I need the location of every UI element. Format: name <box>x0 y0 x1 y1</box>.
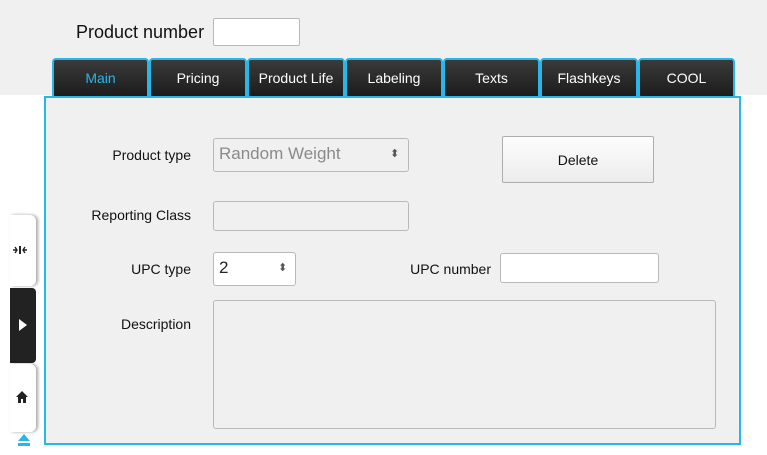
tab-product-life[interactable]: Product Life <box>247 58 345 96</box>
reporting-class-field <box>213 201 409 231</box>
product-number-input[interactable] <box>213 18 300 46</box>
tab-cool[interactable]: COOL <box>638 58 735 96</box>
tab-flashkeys[interactable]: Flashkeys <box>540 58 638 96</box>
description-textarea[interactable] <box>213 300 716 429</box>
tab-pricing[interactable]: Pricing <box>149 58 247 96</box>
reporting-class-label: Reporting Class <box>91 207 191 223</box>
home-icon <box>16 391 28 403</box>
product-type-value: Random Weight <box>219 144 341 163</box>
product-type-select[interactable]: Random Weight ⬍ <box>213 138 409 172</box>
tab-main[interactable]: Main <box>52 58 149 96</box>
product-number-label: Product number <box>76 22 205 42</box>
tab-texts[interactable]: Texts <box>443 58 540 96</box>
upc-number-input[interactable] <box>500 253 659 283</box>
scale-icon <box>13 246 27 254</box>
description-label: Description <box>120 316 191 332</box>
product-type-label: Product type <box>112 147 191 163</box>
upc-number-label: UPC number <box>410 261 491 277</box>
upc-type-label: UPC type <box>131 261 191 277</box>
updown-arrows-icon: ⬍ <box>390 148 400 160</box>
upc-type-value: 2 <box>219 258 229 277</box>
eject-icon[interactable] <box>17 433 31 447</box>
side-nav-scale-tab[interactable] <box>10 215 36 286</box>
updown-arrows-icon: ⬍ <box>278 262 288 274</box>
play-icon[interactable] <box>18 318 28 332</box>
tab-labeling[interactable]: Labeling <box>345 58 443 96</box>
upc-type-select[interactable]: 2 ⬍ <box>213 252 296 286</box>
side-nav-home-tab[interactable] <box>10 364 36 432</box>
delete-button[interactable]: Delete <box>502 136 654 183</box>
